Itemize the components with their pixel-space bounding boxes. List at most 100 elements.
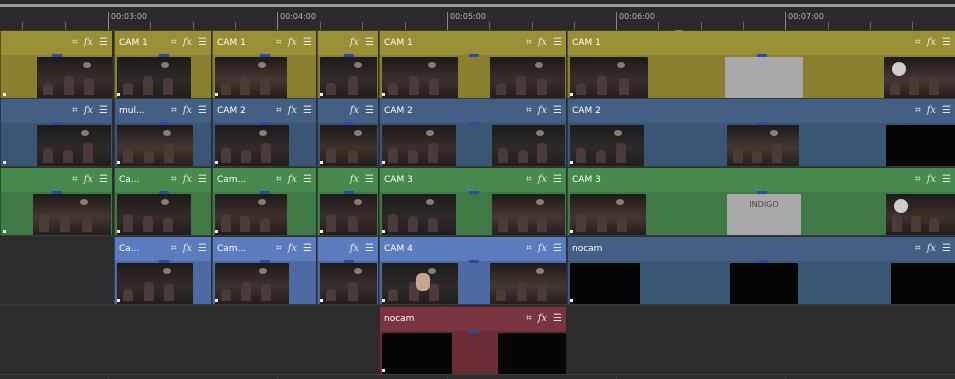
menu-icon[interactable]: ☰ xyxy=(99,175,108,185)
crop-icon[interactable]: ⌗ xyxy=(276,38,282,48)
fx-icon[interactable]: fx xyxy=(927,106,936,116)
fx-icon[interactable]: fx xyxy=(288,244,297,254)
menu-icon[interactable]: ☰ xyxy=(942,106,951,116)
fx-icon[interactable]: fx xyxy=(350,38,359,48)
crop-icon[interactable]: ⌗ xyxy=(72,38,78,48)
crop-icon[interactable]: ⌗ xyxy=(915,175,921,185)
fx-icon[interactable]: fx xyxy=(183,38,192,48)
crop-icon[interactable]: ⌗ xyxy=(915,38,921,48)
ruler-minor-tick xyxy=(743,22,744,30)
menu-icon[interactable]: ☰ xyxy=(198,244,207,254)
menu-icon[interactable]: ☰ xyxy=(303,106,312,116)
video-clip[interactable]: ⌗ fx ☰ xyxy=(0,168,112,235)
fx-icon[interactable]: fx xyxy=(84,106,93,116)
crop-icon[interactable]: ⌗ xyxy=(276,244,282,254)
video-clip[interactable]: CAM 4 ⌗ fx ☰ xyxy=(379,237,566,304)
crop-icon[interactable]: ⌗ xyxy=(526,38,532,48)
menu-icon[interactable]: ☰ xyxy=(303,175,312,185)
video-clip[interactable]: fx ☰ xyxy=(317,168,378,235)
fx-icon[interactable]: fx xyxy=(927,38,936,48)
video-clip[interactable]: Ca... ⌗ fx ☰ xyxy=(114,237,211,304)
menu-icon[interactable]: ☰ xyxy=(553,38,562,48)
video-clip[interactable]: Cam... ⌗ fx ☰ xyxy=(212,168,316,235)
crop-icon[interactable]: ⌗ xyxy=(526,314,532,324)
crop-icon[interactable]: ⌗ xyxy=(171,38,177,48)
video-clip[interactable]: CAM 1 ⌗ fx ☰ xyxy=(212,31,316,98)
crop-icon[interactable]: ⌗ xyxy=(276,106,282,116)
menu-icon[interactable]: ☰ xyxy=(303,244,312,254)
video-clip[interactable]: CAM 2 ⌗ fx ☰ xyxy=(379,99,566,166)
video-clip[interactable]: nocam ⌗ fx ☰ xyxy=(567,237,955,304)
video-clip[interactable]: ⌗ fx ☰ xyxy=(0,99,112,166)
menu-icon[interactable]: ☰ xyxy=(553,106,562,116)
video-clip[interactable]: CAM 3 ⌗ fx ☰ INDIGO xyxy=(567,168,955,235)
clip-icon-group: ⌗ fx ☰ xyxy=(171,244,211,254)
fx-icon[interactable]: fx xyxy=(288,106,297,116)
crop-icon[interactable]: ⌗ xyxy=(526,175,532,185)
video-clip[interactable]: Ca... ⌗ fx ☰ xyxy=(114,168,211,235)
crop-icon[interactable]: ⌗ xyxy=(526,244,532,254)
video-clip[interactable]: CAM 1 ⌗ fx ☰ xyxy=(567,31,955,98)
video-clip[interactable]: fx ☰ xyxy=(317,31,378,98)
video-clip[interactable]: CAM 2 ⌗ fx ☰ xyxy=(212,99,316,166)
menu-icon[interactable]: ☰ xyxy=(99,106,108,116)
fx-icon[interactable]: fx xyxy=(538,38,547,48)
video-clip[interactable]: CAM 2 ⌗ fx ☰ xyxy=(567,99,955,166)
video-clip[interactable]: CAM 1 ⌗ fx ☰ xyxy=(379,31,566,98)
clip-header: Ca... ⌗ fx ☰ xyxy=(115,237,211,261)
fx-icon[interactable]: fx xyxy=(350,106,359,116)
clip-header: CAM 1 ⌗ fx ☰ xyxy=(568,31,955,55)
crop-icon[interactable]: ⌗ xyxy=(526,106,532,116)
menu-icon[interactable]: ☰ xyxy=(198,175,207,185)
menu-icon[interactable]: ☰ xyxy=(99,38,108,48)
fx-icon[interactable]: fx xyxy=(538,106,547,116)
fx-icon[interactable]: fx xyxy=(288,38,297,48)
menu-icon[interactable]: ☰ xyxy=(942,38,951,48)
menu-icon[interactable]: ☰ xyxy=(365,244,374,254)
menu-icon[interactable]: ☰ xyxy=(303,38,312,48)
crop-icon[interactable]: ⌗ xyxy=(276,175,282,185)
menu-icon[interactable]: ☰ xyxy=(553,175,562,185)
fx-icon[interactable]: fx xyxy=(538,314,547,324)
crop-icon[interactable]: ⌗ xyxy=(915,106,921,116)
fx-icon[interactable]: fx xyxy=(183,106,192,116)
fx-icon[interactable]: fx xyxy=(927,244,936,254)
video-clip[interactable]: fx ☰ xyxy=(317,237,378,304)
video-clip[interactable]: Cam... ⌗ fx ☰ xyxy=(212,237,316,304)
video-clip[interactable]: fx ☰ xyxy=(317,99,378,166)
video-clip[interactable]: nocam ⌗ fx ☰ xyxy=(379,307,566,374)
crop-icon[interactable]: ⌗ xyxy=(171,106,177,116)
crop-icon[interactable]: ⌗ xyxy=(72,106,78,116)
menu-icon[interactable]: ☰ xyxy=(942,244,951,254)
menu-icon[interactable]: ☰ xyxy=(553,314,562,324)
video-clip[interactable]: ⌗ fx ☰ xyxy=(0,31,112,98)
fx-icon[interactable]: fx xyxy=(84,38,93,48)
ruler-scroll-bar[interactable] xyxy=(0,4,955,7)
fx-icon[interactable]: fx xyxy=(538,175,547,185)
menu-icon[interactable]: ☰ xyxy=(198,106,207,116)
clip-name: CAM 2 xyxy=(572,106,601,116)
menu-icon[interactable]: ☰ xyxy=(942,175,951,185)
fx-icon[interactable]: fx xyxy=(927,175,936,185)
timeline-panel: 00:03:00 00:04:00 00:05:00 00:06:00 00:0… xyxy=(0,0,955,379)
fx-icon[interactable]: fx xyxy=(350,175,359,185)
fx-icon[interactable]: fx xyxy=(288,175,297,185)
fx-icon[interactable]: fx xyxy=(183,244,192,254)
menu-icon[interactable]: ☰ xyxy=(365,38,374,48)
fx-icon[interactable]: fx xyxy=(538,244,547,254)
video-clip[interactable]: mul... ⌗ fx ☰ xyxy=(114,99,211,166)
crop-icon[interactable]: ⌗ xyxy=(171,244,177,254)
menu-icon[interactable]: ☰ xyxy=(365,175,374,185)
menu-icon[interactable]: ☰ xyxy=(553,244,562,254)
time-ruler[interactable]: 00:03:00 00:04:00 00:05:00 00:06:00 00:0… xyxy=(0,0,955,31)
fx-icon[interactable]: fx xyxy=(183,175,192,185)
crop-icon[interactable]: ⌗ xyxy=(72,175,78,185)
video-clip[interactable]: CAM 3 ⌗ fx ☰ xyxy=(379,168,566,235)
crop-icon[interactable]: ⌗ xyxy=(915,244,921,254)
menu-icon[interactable]: ☰ xyxy=(365,106,374,116)
video-clip[interactable]: CAM 1 ⌗ fx ☰ xyxy=(114,31,211,98)
menu-icon[interactable]: ☰ xyxy=(198,38,207,48)
crop-icon[interactable]: ⌗ xyxy=(171,175,177,185)
fx-icon[interactable]: fx xyxy=(84,175,93,185)
fx-icon[interactable]: fx xyxy=(350,244,359,254)
